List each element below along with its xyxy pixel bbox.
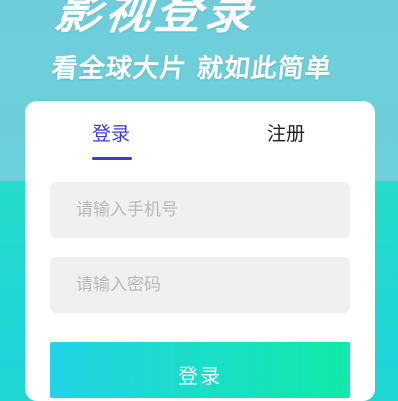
hero-title: 影视登录: [51, 0, 260, 39]
login-card: 登录 注册 登录: [25, 101, 375, 401]
tab-register[interactable]: 注册: [267, 119, 305, 146]
tab-login[interactable]: 登录: [92, 119, 130, 146]
phone-input[interactable]: [50, 182, 350, 238]
hero-slogan: 看全球大片 就如此简单: [50, 54, 334, 84]
active-tab-indicator: [92, 157, 132, 160]
login-submit-button[interactable]: 登录: [50, 342, 350, 398]
password-input[interactable]: [50, 257, 350, 313]
